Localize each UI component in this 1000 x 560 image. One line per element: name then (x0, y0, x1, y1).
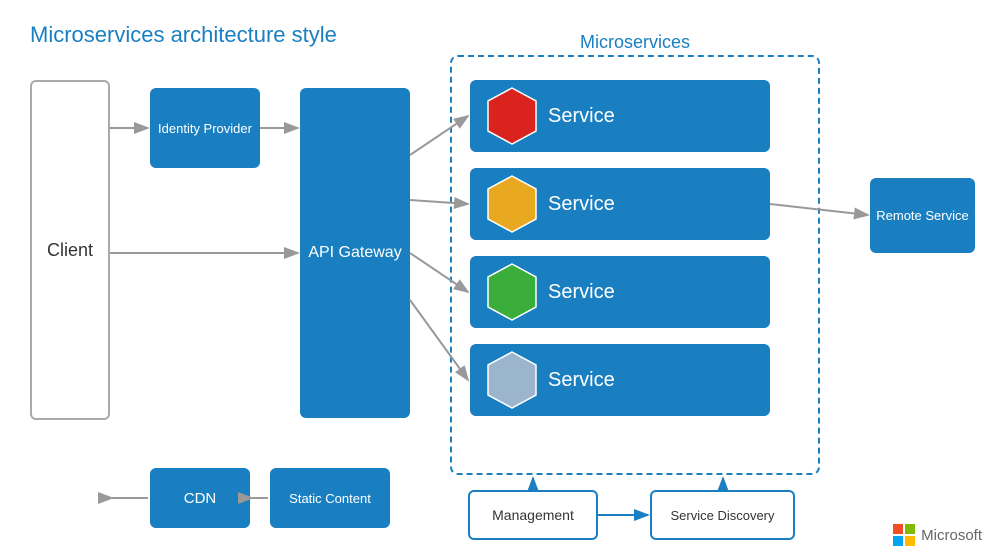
ms-grid-icon (893, 524, 915, 546)
management-box: Management (468, 490, 598, 540)
identity-provider-box: Identity Provider (150, 88, 260, 168)
page-title: Microservices architecture style (30, 22, 337, 48)
cdn-box: CDN (150, 468, 250, 528)
service-label-3: Service (548, 281, 615, 304)
cdn-label: CDN (184, 490, 217, 507)
microsoft-label: Microsoft (921, 527, 982, 544)
service-row-3: Service (470, 256, 770, 328)
microservices-title: Microservices (450, 32, 820, 53)
remote-service-label: Remote Service (876, 208, 968, 223)
ms-sq-blue (893, 536, 903, 546)
api-gateway-box: API Gateway (300, 88, 410, 418)
static-content-box: Static Content (270, 468, 390, 528)
service-label-4: Service (548, 369, 615, 392)
client-box: Client (30, 80, 110, 420)
api-gateway-label: API Gateway (308, 244, 401, 262)
identity-provider-label: Identity Provider (158, 121, 252, 136)
service-row-2: Service (470, 168, 770, 240)
ms-sq-red (893, 524, 903, 534)
microsoft-logo: Microsoft (893, 524, 982, 546)
hex-icon-2 (486, 174, 538, 234)
ms-sq-green (905, 524, 915, 534)
hex-icon-4 (486, 350, 538, 410)
static-content-label: Static Content (289, 491, 371, 506)
hex-icon-1 (486, 86, 538, 146)
remote-service-box: Remote Service (870, 178, 975, 253)
service-discovery-box: Service Discovery (650, 490, 795, 540)
service-label-2: Service (548, 193, 615, 216)
service-discovery-label: Service Discovery (670, 508, 774, 523)
hex-icon-3 (486, 262, 538, 322)
service-row-1: Service (470, 80, 770, 152)
service-row-4: Service (470, 344, 770, 416)
ms-sq-yellow (905, 536, 915, 546)
management-label: Management (492, 507, 574, 523)
service-label-1: Service (548, 105, 615, 128)
client-label: Client (47, 240, 93, 261)
